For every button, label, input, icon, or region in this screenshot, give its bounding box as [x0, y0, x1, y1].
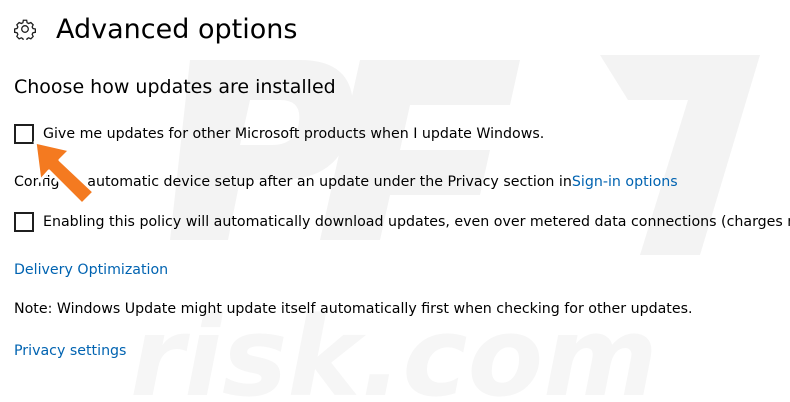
page-header: Advanced options — [14, 12, 297, 46]
update-note: Note: Windows Update might update itself… — [14, 301, 693, 317]
device-setup-row: Configure automatic device setup after a… — [14, 174, 678, 190]
note-row: Note: Windows Update might update itself… — [14, 301, 693, 317]
microsoft-products-label[interactable]: Give me updates for other Microsoft prod… — [43, 126, 544, 142]
metered-option[interactable]: Enabling this policy will automatically … — [14, 212, 790, 232]
metered-checkbox[interactable] — [14, 212, 34, 232]
gear-icon — [14, 19, 36, 40]
advanced-options-page: risk.com Advanced options Choose how upd… — [0, 0, 790, 402]
delivery-optimization-row: Delivery Optimization — [14, 262, 168, 278]
section-title: Choose how updates are installed — [14, 76, 336, 98]
page-title: Advanced options — [56, 13, 298, 45]
sign-in-options-link[interactable]: Sign-in options — [572, 174, 678, 190]
microsoft-products-checkbox[interactable] — [14, 124, 34, 144]
watermark: risk.com — [130, 55, 760, 402]
device-setup-text: Configure automatic device setup after a… — [14, 174, 572, 190]
privacy-settings-link[interactable]: Privacy settings — [14, 343, 126, 359]
privacy-settings-row: Privacy settings — [14, 343, 126, 359]
microsoft-products-option[interactable]: Give me updates for other Microsoft prod… — [14, 124, 544, 144]
delivery-optimization-link[interactable]: Delivery Optimization — [14, 262, 168, 278]
metered-label[interactable]: Enabling this policy will automatically … — [43, 214, 790, 230]
